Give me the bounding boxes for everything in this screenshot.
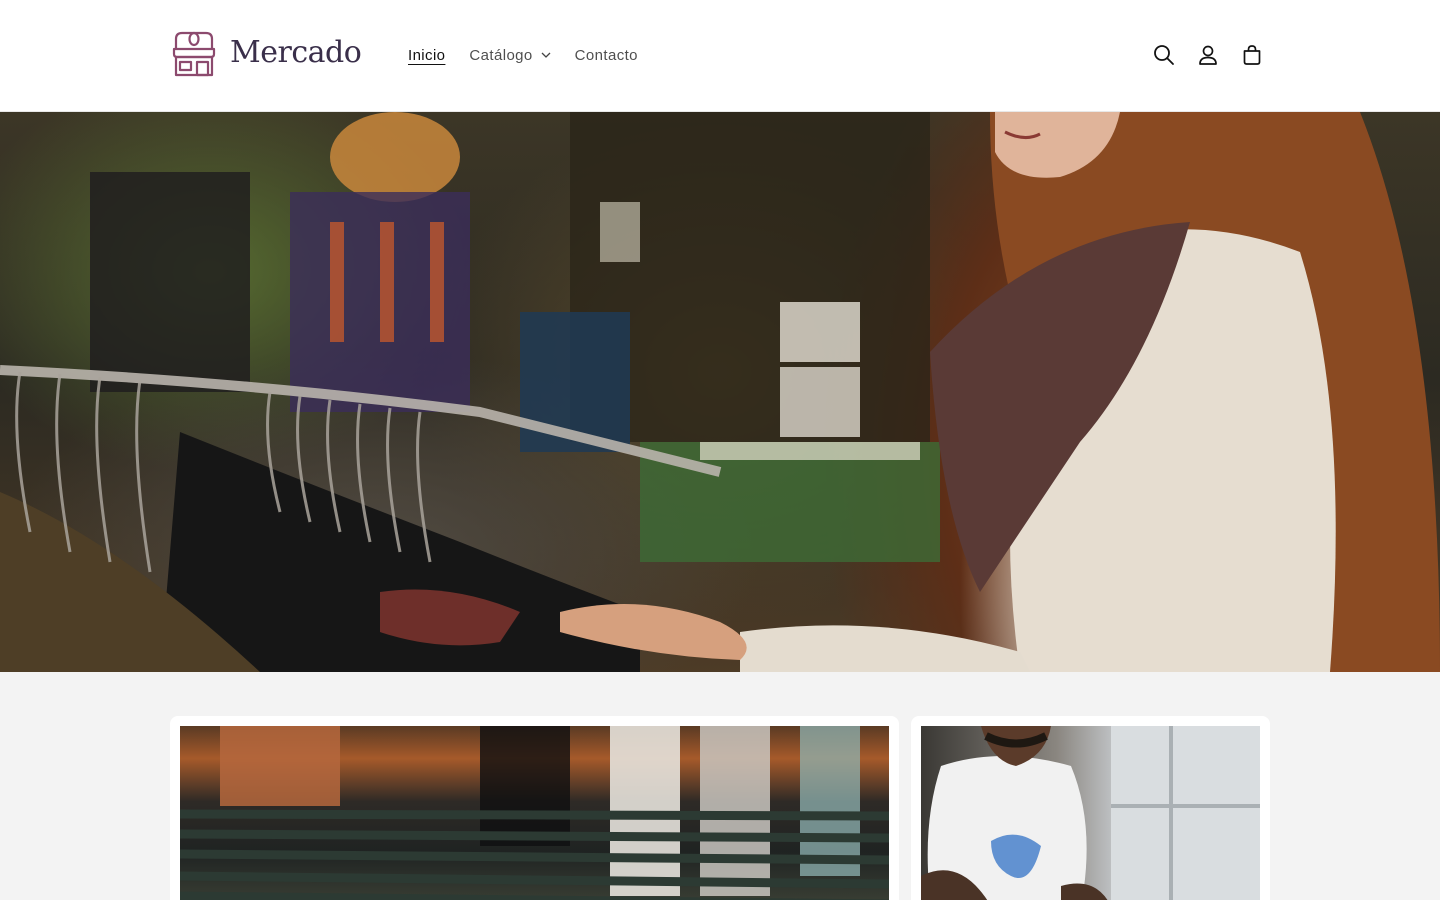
hero-image — [0, 112, 1440, 672]
collection-card-2[interactable] — [911, 716, 1270, 900]
account-button[interactable] — [1186, 33, 1230, 77]
nav-item-inicio[interactable]: Inicio — [396, 47, 457, 64]
search-button[interactable] — [1142, 33, 1186, 77]
cart-button[interactable] — [1230, 33, 1274, 77]
main-nav: Inicio Catálogo Contacto — [396, 36, 650, 74]
search-icon — [1154, 45, 1174, 65]
nav-item-contacto[interactable]: Contacto — [563, 47, 650, 64]
nav-item-catalogo[interactable]: Catálogo — [457, 47, 562, 64]
nav-label-catalogo: Catálogo — [469, 46, 533, 64]
collection-image-racks — [180, 726, 889, 900]
collection-image-man — [921, 726, 1260, 900]
man-tshirt-illustration — [921, 726, 1260, 900]
logo-text: Mercado — [230, 34, 362, 70]
header-icons — [1142, 33, 1274, 77]
storefront-logo-icon — [172, 31, 216, 77]
collection-card-1[interactable] — [170, 716, 899, 900]
cart-icon — [1243, 45, 1261, 65]
nav-label-inicio: Inicio — [408, 46, 446, 64]
site-header: Mercado Inicio Catálogo Contacto — [0, 0, 1440, 112]
site-logo[interactable]: Mercado — [170, 26, 372, 78]
chevron-down-icon — [541, 52, 551, 58]
hero-photo-illustration — [0, 112, 1440, 672]
nav-label-contacto: Contacto — [574, 46, 638, 64]
account-icon — [1199, 45, 1217, 65]
clothing-racks-illustration — [180, 726, 889, 900]
